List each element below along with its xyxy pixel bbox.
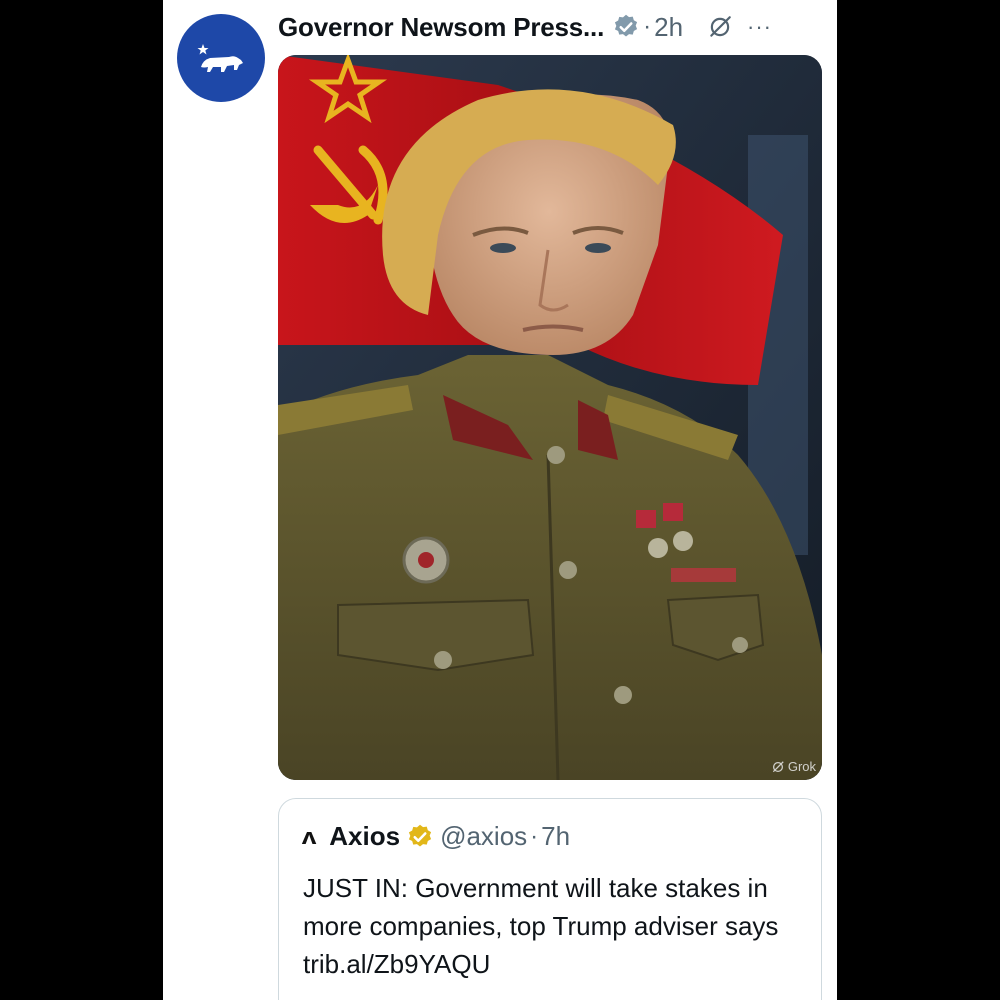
grok-icon[interactable]	[707, 14, 733, 40]
watermark-label: Grok	[787, 759, 816, 774]
soviet-uniform-portrait-image	[278, 55, 822, 780]
post-image[interactable]: Grok	[278, 55, 822, 780]
quoted-post-time: 7h	[541, 821, 571, 851]
separator-dot: ·	[643, 13, 652, 40]
grok-watermark-icon	[772, 760, 784, 772]
post-header: Governor Newsom Press... · 2h ···	[278, 8, 828, 46]
california-bear-icon	[197, 44, 243, 72]
quoted-post[interactable]: ʌ Axios @axios · 7h JUST IN: Government …	[278, 798, 822, 1000]
post-time[interactable]: 2h	[654, 12, 683, 43]
avatar[interactable]	[177, 14, 265, 102]
author-name[interactable]: Governor Newsom Press...	[278, 12, 604, 43]
post-card[interactable]: Governor Newsom Press... · 2h ··· Grok ʌ…	[163, 0, 837, 1000]
verified-badge-icon	[615, 14, 638, 37]
more-options-icon[interactable]: ···	[747, 14, 772, 40]
gold-verified-badge-icon	[408, 824, 432, 846]
axios-logo-icon: ʌ	[301, 823, 317, 849]
quoted-handle[interactable]: @axios	[440, 821, 527, 852]
quoted-author-name[interactable]: Axios	[329, 821, 400, 852]
grok-watermark: Grok	[771, 759, 816, 774]
separator-dot: ·	[530, 822, 539, 850]
quoted-post-text: JUST IN: Government will take stakes in …	[303, 873, 779, 979]
quoted-post-header: ʌ Axios @axios · 7h	[301, 821, 571, 852]
